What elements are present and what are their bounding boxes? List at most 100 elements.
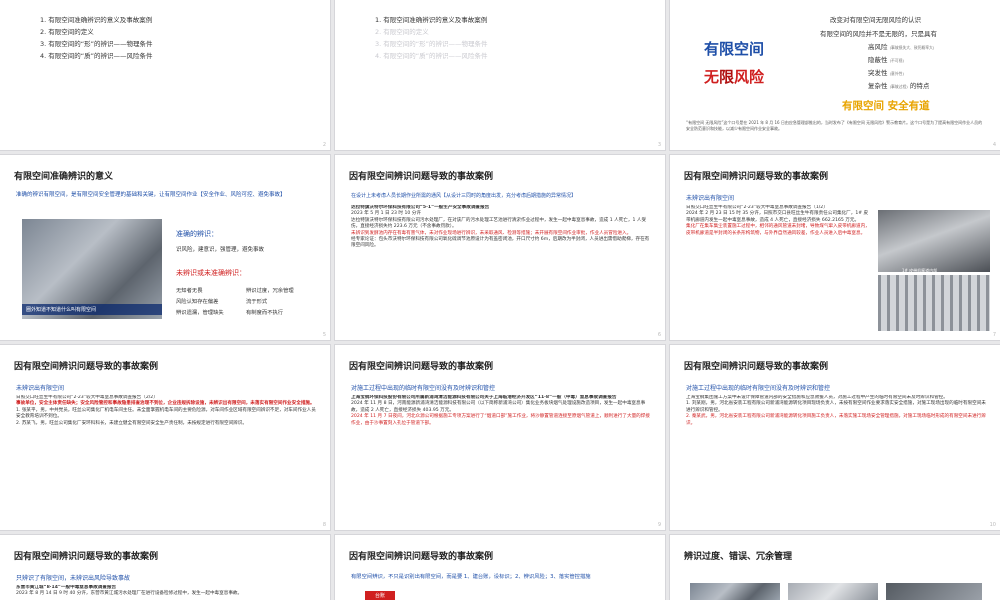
- slide-thumb-5[interactable]: 因有限空间辨识问题导致的事故案例 在设计上未考虑人员长期作业所需的通风【从设计三…: [335, 155, 665, 340]
- wrong-grid: 无知者无畏 辨识过度，冗余管理 风险认知存在偏差 流于形式 辨识遗漏，管理缺失 …: [176, 286, 316, 316]
- page-number: 5: [322, 332, 326, 338]
- title-char: 限: [719, 68, 735, 86]
- toc-item: 4. 有限空间的“质”的辨识——风险条件: [40, 52, 153, 60]
- page-number: 3: [657, 142, 661, 148]
- toc-item: 2. 有限空间的定义: [40, 28, 94, 36]
- case-body: 上海宝钢环保科技股份有限公司所属新浦湾清洁能源科技有限公司关于上海临港经济开发区…: [351, 395, 651, 523]
- case-body: 上海宝钢集团施工方案中未设计保障管道内部的安全措施和应急救援人员，对施工过程中产…: [686, 395, 986, 523]
- slide-title: 因有限空间辨识问题导致的事故案例: [349, 172, 494, 182]
- page-number: 7: [992, 332, 996, 338]
- toc-item: 3. 有限空间的“形”的辨识——物理条件: [375, 40, 488, 48]
- page-number: 4: [992, 142, 996, 148]
- page-number: 8: [322, 522, 326, 528]
- right-title: 准确的辨识：: [176, 230, 218, 238]
- slide-title: 因有限空间辨识问题导致的事故案例: [349, 552, 494, 562]
- feature-item: 隐蔽性 (不可视): [868, 56, 904, 64]
- intro-text: 准确的辨识有限空间，是有限空间安全管理的基础和关键，让有限空间作业【安全作业、风…: [16, 192, 286, 198]
- headline: 改变对有限空间无限风险的认识: [830, 16, 921, 24]
- case-body: 日照交口旺丝生牛有限公司“2·23”较大中毒窒息事故调查报告（2/2） 事故单位…: [16, 395, 316, 523]
- feature-list: 高风险 (事故损失大、致死概率大) 隐蔽性 (不可视) 突发性 (意外性) 复杂…: [868, 41, 934, 93]
- toc-item: 3. 有限空间的“形”的辨识——物理条件: [40, 40, 153, 48]
- wrong-item: 有制度而不执行: [246, 310, 284, 316]
- footnote: “有限空间 无限风险”这个口号是在 2021 年 8 月 16 日由应急管理部推…: [686, 120, 983, 131]
- case-paragraph: 2024 年 11 月 7 日夜间，河北众源公司根据施工专项方案进行了“烟道口部…: [351, 414, 650, 426]
- example-photo: [886, 583, 982, 600]
- slide-subtitle: 未辨识出有限空间: [686, 195, 735, 202]
- case-paragraph: 2. 秦某武，男，河北省安装工程有限公司新浦湾能源转化项目施工负责人，未落实施工…: [686, 414, 986, 426]
- slide-subtitle: 对施工过程中出现的临时有限空间没有及时辨识和管控: [351, 385, 496, 392]
- toc-list: 1. 有限空间准确辨识的意义及事故案例 2. 有限空间的定义 3. 有限空间的“…: [40, 14, 153, 62]
- example-photo: [690, 583, 780, 600]
- wrong-item: 辨识过度，冗余管理: [246, 288, 294, 294]
- slide-thumb-7[interactable]: 因有限空间辨识问题导致的事故案例 未辨识出有限空间 日照交口旺丝生牛有限公司“2…: [0, 345, 330, 530]
- slide-grid: 1. 有限空间准确辨识的意义及事故案例 2. 有限空间的定义 3. 有限空间的“…: [0, 0, 1000, 600]
- slide-big-title-2: 无限风险: [704, 66, 764, 87]
- slide-thumb-3[interactable]: 有限空间 无限风险 改变对有限空间无限风险的认识 有限空间的风险并不是无限的，只…: [670, 0, 1000, 150]
- slide-thumb-12[interactable]: 辨识过度、错误、冗余管理: [670, 535, 1000, 600]
- slide-title: 因有限空间辨识问题导致的事故案例: [684, 362, 829, 372]
- case-body: 达拉特旗沃特尔环保科技有限公司“5·1”一般生产安全事故调查报告 2023 年 …: [351, 205, 651, 333]
- slide-thumb-4[interactable]: 有限空间准确辨识的意义 准确的辨识有限空间，是有限空间安全管理的基础和关键，让有…: [0, 155, 330, 340]
- news-photo: 圈外知道不知道什么叫有限空间: [22, 219, 162, 319]
- wrong-item: 辨识遗漏，管理缺失: [176, 310, 224, 316]
- slide-thumb-6[interactable]: 因有限空间辨识问题导致的事故案例 未辨识出有限空间 日照交口旺丝生牛有限公司“2…: [670, 155, 1000, 340]
- diagram-photo: [878, 275, 990, 331]
- slogan: 有限空间 安全有道: [842, 100, 930, 112]
- slide-thumb-11[interactable]: 因有限空间辨识问题导致的事故案例 有限空间辨识，不只是识别出有限空间，而是要 1…: [335, 535, 665, 600]
- example-photo: [788, 583, 878, 600]
- title-char: 无: [704, 68, 720, 86]
- toc-item: 4. 有限空间的“质”的辨识——风险条件: [375, 52, 488, 60]
- case-paragraph: 2. 苏某飞，男，旺丝公司集化厂安环科科长，未建立健全有限空间安全生产责任制，未…: [16, 420, 247, 426]
- slide-thumb-1[interactable]: 1. 有限空间准确辨识的意义及事故案例 2. 有限空间的定义 3. 有限空间的“…: [0, 0, 330, 150]
- page-number: 10: [989, 522, 996, 528]
- toc-list: 1. 有限空间准确辨识的意义及事故案例 2. 有限空间的定义 3. 有限空间的“…: [375, 14, 488, 62]
- case-paragraph: 达拉特旗沃特尔环保科技有限公司污水处理厂，在对该厂的污水处理工艺池进行清淤作业过…: [351, 217, 647, 230]
- wrong-item: 流于形式: [246, 299, 268, 305]
- slide-thumb-9[interactable]: 因有限空间辨识问题导致的事故案例 对施工过程中出现的临时有限空间没有及时辨识和管…: [670, 345, 1000, 530]
- wrong-title: 未辨识或未准确辨识：: [176, 269, 246, 277]
- site-photo: [878, 210, 990, 272]
- feature-item: 复杂性 (事故过程) 的特点: [868, 82, 930, 90]
- case-paragraph: 经专家论证：包头市沃特尔环保科技有限公司氧化硫调节池原设计为有盖密闭池，开口尺寸…: [351, 237, 650, 249]
- slide-title: 因有限空间辨识问题导致的事故案例: [14, 552, 159, 562]
- image-label: 1# 皮带机廊道内部: [902, 268, 938, 273]
- case-paragraph: 2024 年 2 月 23 日 15 时 35 分许，日照市交口县旺丝生牛有限责…: [686, 211, 869, 223]
- feature-item: 高风险 (事故损失大、致死概率大): [868, 43, 935, 51]
- page-number: 9: [657, 522, 661, 528]
- case-paragraph: 1. 刘某刚，男，河北省安装工程有限公司新浦湾能源转化项目现场负责人，未按有限空…: [686, 401, 986, 413]
- wrong-item: 风险认知存在偏差: [176, 299, 219, 305]
- right-items: 识风险，建意识，强管理，避免事故: [176, 247, 265, 253]
- case-paragraph: 2023 年 8 月 14 日 9 时 40 分许，东营市黄江城污水处理厂在进行…: [16, 591, 243, 597]
- slide-title: 辨识过度、错误、冗余管理: [684, 552, 793, 562]
- slide-subtitle: 有限空间辨识，不只是识别出有限空间，而是要 1、建台账，设标识；2、辨识风险；3…: [351, 574, 591, 580]
- slide-subtitle: 未辨识出有限空间: [16, 385, 65, 392]
- slide-subtitle: 在设计上未考虑人员长期作业所需的通风【从设计三同时的角度出发，充分考虑后期措施的…: [351, 193, 577, 199]
- slide-subtitle: 只辨识了有限空间，未辨识出风险导致事故: [16, 575, 131, 582]
- toc-item: 1. 有限空间准确辨识的意义及事故案例: [40, 16, 153, 24]
- case-paragraph: 事故单位，安全主体责任缺失；安全风险管控和事故隐患排查治理不到位，企业违规拆除设…: [16, 401, 315, 407]
- toc-item: 1. 有限空间准确辨识的意义及事故案例: [375, 16, 488, 24]
- slide-thumb-8[interactable]: 因有限空间辨识问题导致的事故案例 对施工过程中出现的临时有限空间没有及时辨识和管…: [335, 345, 665, 530]
- title-char: 风险: [734, 68, 765, 86]
- toc-item: 2. 有限空间的定义: [375, 28, 429, 36]
- wrong-item: 无知者无畏: [176, 288, 203, 294]
- case-paragraph: 2024 年 11 月 8 日，河南能源新浦湾清洁能源科技有限公司（以下简称新浦…: [351, 401, 646, 413]
- photo-caption: 圈外知道不知道什么叫有限空间: [22, 304, 162, 315]
- feature-item: 突发性 (意外性): [868, 69, 904, 77]
- ledger-badge: 台账: [365, 591, 396, 600]
- case-body: 日照交口旺丝生牛有限公司“2·23”较大中毒窒息事故调查报告（1/2） 2024…: [686, 205, 871, 330]
- slide-big-title: 有限空间: [704, 40, 765, 58]
- slide-title: 有限空间准确辨识的意义: [14, 172, 114, 182]
- slide-title: 因有限空间辨识问题导致的事故案例: [14, 362, 159, 372]
- slide-title: 因有限空间辨识问题导致的事故案例: [684, 172, 829, 182]
- case-body: 东营市黄江城“8·14”一般中毒窒息事故调查报告 2023 年 8 月 14 日…: [16, 585, 316, 600]
- page-number: 6: [657, 332, 661, 338]
- slide-thumb-2[interactable]: 1. 有限空间准确辨识的意义及事故案例 2. 有限空间的定义 3. 有限空间的“…: [335, 0, 665, 150]
- page-number: 2: [322, 142, 326, 148]
- subline: 有限空间的风险并不是无限的，只是具有: [820, 30, 937, 38]
- slide-title: 因有限空间辨识问题导致的事故案例: [349, 362, 494, 372]
- case-paragraph: 集化厂在集车集尘装置施工过程中，相邻的通风管道未封堵，导致煤气窜入皮带机廊道内，…: [686, 224, 870, 236]
- slide-thumb-10[interactable]: 因有限空间辨识问题导致的事故案例 只辨识了有限空间，未辨识出风险导致事故 东营市…: [0, 535, 330, 600]
- slide-subtitle: 对施工过程中出现的临时有限空间没有及时辨识和管控: [686, 385, 831, 392]
- case-paragraph: 1. 张某平，男，中共党员，旺丝公司集化厂机电车间主任。未全面掌握机电车间的主要…: [16, 407, 316, 420]
